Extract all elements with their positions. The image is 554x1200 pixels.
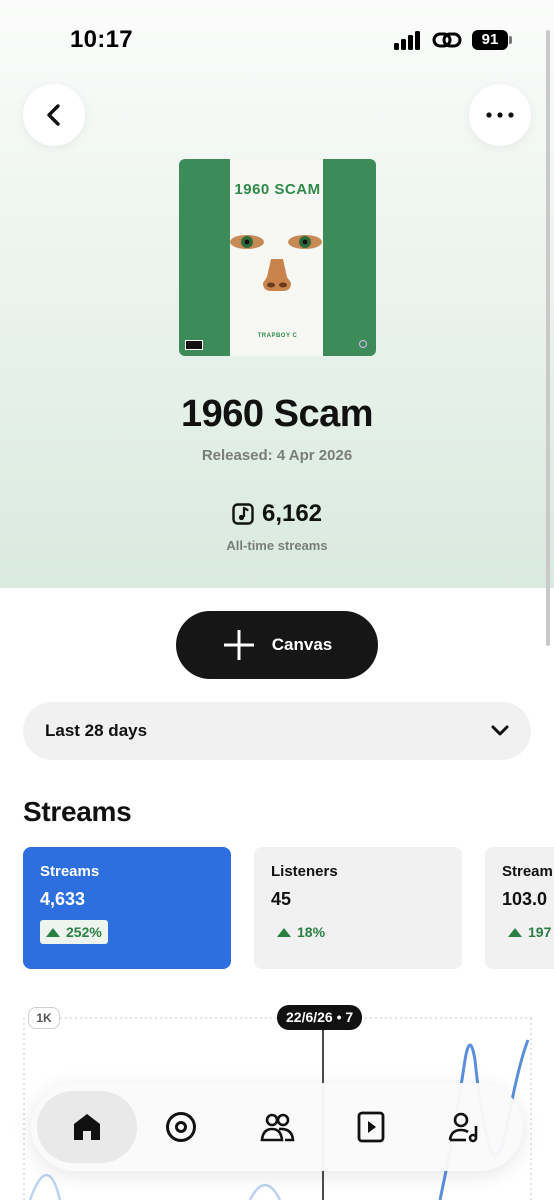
stat-card-change: 252%	[40, 920, 108, 944]
stat-card-label: Streams	[40, 863, 100, 880]
battery-indicator: 91	[472, 30, 508, 50]
canvas-button-label: Canvas	[271, 635, 333, 654]
chevron-down-icon	[491, 725, 509, 736]
video-play-icon	[357, 1111, 385, 1143]
stat-card-streams-per-listener[interactable]: Stream 103.0 197	[485, 847, 554, 969]
more-options-button[interactable]	[469, 84, 531, 146]
streams-section-title: Streams	[23, 796, 132, 827]
scrollbar[interactable]	[546, 30, 550, 646]
parental-advisory-logo	[185, 340, 203, 350]
up-triangle-icon	[277, 927, 291, 937]
home-icon	[74, 1114, 100, 1140]
up-triangle-icon	[46, 927, 60, 937]
stat-card-change-value: 197	[528, 924, 552, 940]
personal-hotspot-icon	[432, 32, 462, 48]
music-note-icon	[232, 503, 254, 525]
artist-profile-icon	[448, 1112, 478, 1143]
status-time: 10:17	[70, 26, 133, 53]
cellular-signal-icon	[394, 30, 422, 50]
nav-releases[interactable]	[131, 1091, 231, 1163]
nav-artist-profile[interactable]	[415, 1091, 515, 1163]
date-range-select[interactable]: Last 28 days	[23, 702, 531, 760]
nav-video[interactable]	[321, 1091, 421, 1163]
battery-tip	[509, 36, 512, 44]
chevron-left-icon	[47, 104, 60, 126]
date-range-label: Last 28 days	[45, 721, 148, 740]
ellipsis-icon	[486, 112, 514, 118]
chart-tooltip: 22/6/26 • 7	[277, 1005, 363, 1030]
chart-y-tick: 1K	[28, 1007, 60, 1029]
status-bar: 10:17 91	[0, 0, 554, 80]
stat-card-listeners[interactable]: Listeners 45 18%	[254, 847, 462, 969]
chart-series-line	[248, 1183, 282, 1200]
stat-card-label: Listeners	[271, 863, 338, 880]
all-time-streams-value: 6,162	[261, 500, 323, 527]
cover-art: 1960 SCAM TRAPBOY C	[179, 159, 376, 356]
stat-card-value: 4,633	[40, 889, 86, 909]
release-date: Released: 4 Apr 2026	[201, 447, 353, 464]
stat-card-change: 197	[502, 920, 554, 944]
stat-card-change-value: 252%	[66, 924, 102, 940]
disc-icon	[166, 1112, 196, 1142]
all-time-streams-caption: All-time streams	[226, 538, 328, 553]
nav-audience[interactable]	[227, 1091, 327, 1163]
stat-card-value: 103.0	[502, 889, 548, 909]
bottom-navigation	[31, 1083, 523, 1171]
stat-card-label: Stream	[502, 863, 553, 880]
add-canvas-button[interactable]: Canvas	[176, 611, 378, 679]
all-time-streams: 6,162	[0, 500, 554, 528]
chart-series-line	[28, 1174, 62, 1200]
up-triangle-icon	[508, 927, 522, 937]
audience-icon	[260, 1113, 295, 1142]
plus-icon	[223, 630, 254, 660]
stat-card-streams[interactable]: Streams 4,633 252%	[23, 847, 231, 969]
back-button[interactable]	[23, 84, 85, 146]
nav-home[interactable]	[37, 1091, 137, 1163]
cover-face-illustration	[230, 235, 322, 291]
track-title: 1960 Scam	[181, 393, 374, 435]
stat-card-value: 45	[271, 889, 292, 909]
stat-card-change: 18%	[271, 920, 331, 944]
cover-badge-icon	[359, 340, 367, 348]
cover-artist: TRAPBOY C	[257, 333, 298, 339]
stat-card-change-value: 18%	[297, 924, 326, 940]
